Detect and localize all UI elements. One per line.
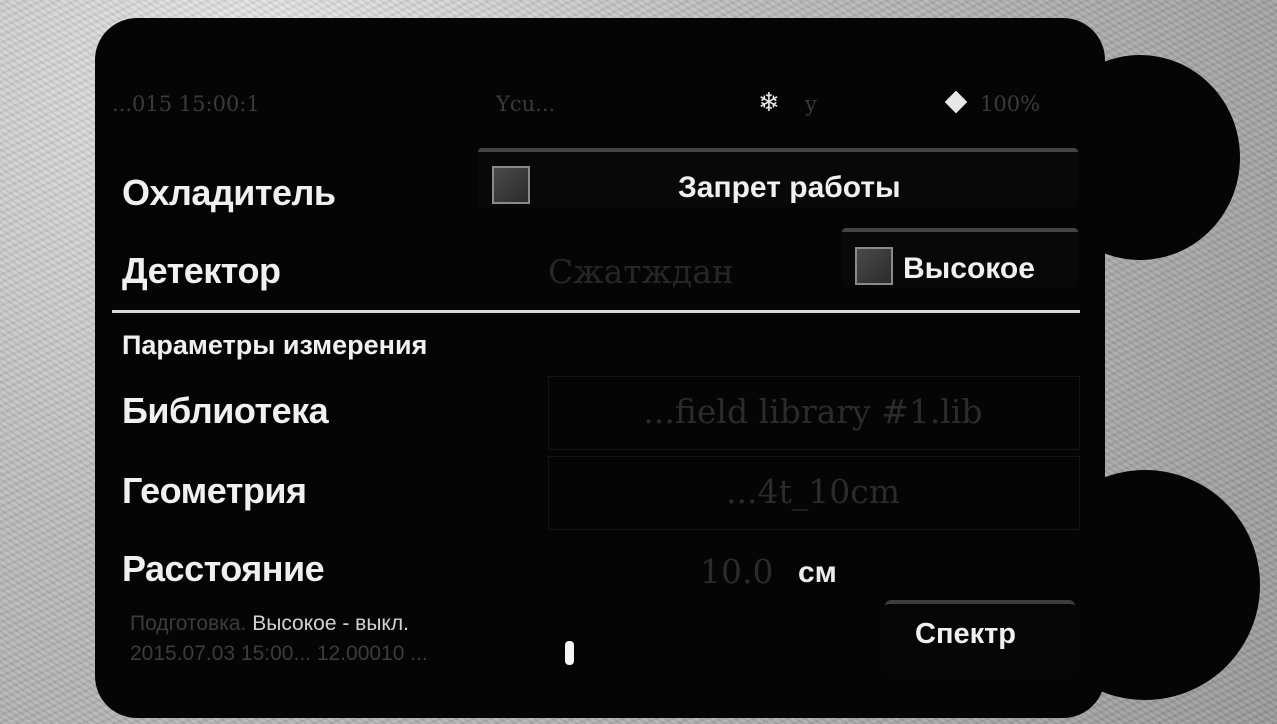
status-battery: 100% (980, 92, 1041, 116)
detector-state: Сжатждан (548, 252, 734, 291)
cooler-checkbox[interactable] (492, 166, 530, 204)
footer-status-prefix: Подготовка. (130, 612, 247, 635)
geometry-label: Геометрия (122, 470, 307, 511)
distance-label: Расстояние (122, 548, 325, 586)
footer-status-line1: Подготовка. Высокое - выкл. (130, 612, 409, 636)
snowflake-icon: ❄ (758, 88, 780, 118)
detector-checkbox[interactable] (855, 247, 893, 285)
detector-label: Детектор (122, 250, 281, 291)
geometry-value: ...4t_10cm (726, 472, 900, 511)
cooler-label: Охладитель (122, 172, 336, 213)
footer-status-line2: 2015.07.03 15:00... 12.00010 ... (130, 642, 428, 665)
library-label: Библиотека (122, 390, 329, 431)
status-mode: Ycu... (496, 92, 556, 116)
cooler-option-label: Запрет работы (678, 171, 901, 204)
distance-value[interactable]: 10.0 (700, 552, 773, 591)
footer-status-detector: Высокое - выкл. (252, 612, 409, 635)
cursor-icon (565, 641, 574, 665)
status-cooler-value: y (805, 92, 817, 116)
status-time: ...015 15:00:1 (112, 92, 260, 116)
divider (112, 310, 1080, 313)
detector-option-label: Высокое (903, 252, 1035, 285)
section-title: Параметры измерения (122, 330, 428, 360)
spectrum-button-label: Спектр (915, 618, 1017, 650)
library-value: ...field library #1.lib (643, 392, 983, 431)
distance-unit: см (798, 556, 837, 586)
